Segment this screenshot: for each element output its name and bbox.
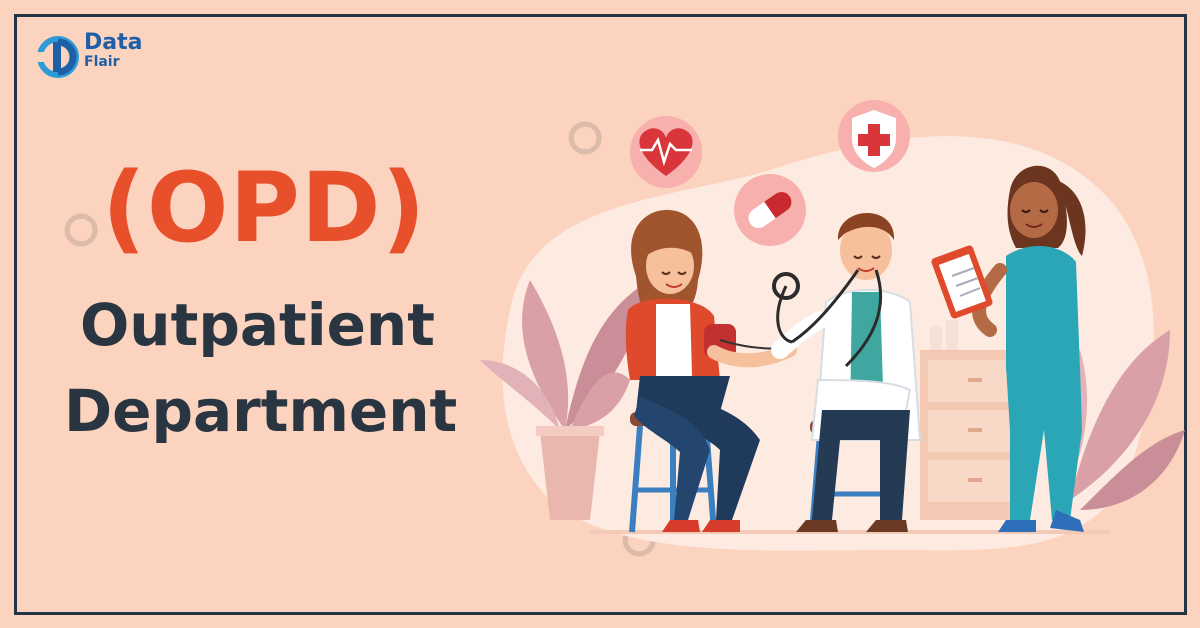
headline-line-1: Outpatient — [80, 291, 435, 359]
watermark-logo-icon — [64, 213, 98, 247]
heart-pulse-icon — [630, 116, 702, 188]
medical-shield-icon — [838, 100, 910, 172]
headline-abbrev: (OPD) — [102, 152, 427, 264]
logo-word-data: Data — [84, 30, 143, 55]
pill-capsule-icon — [734, 174, 806, 246]
dataflair-logo-icon — [36, 36, 79, 78]
dataflair-logo[interactable]: Data Flair — [36, 30, 156, 80]
opd-illustration — [480, 100, 1185, 551]
logo-word-flair: Flair — [84, 54, 120, 70]
headline-line-2: Department — [64, 377, 458, 445]
banner-canvas: Data Flair (OPD) Outpatient Department — [0, 0, 1200, 628]
